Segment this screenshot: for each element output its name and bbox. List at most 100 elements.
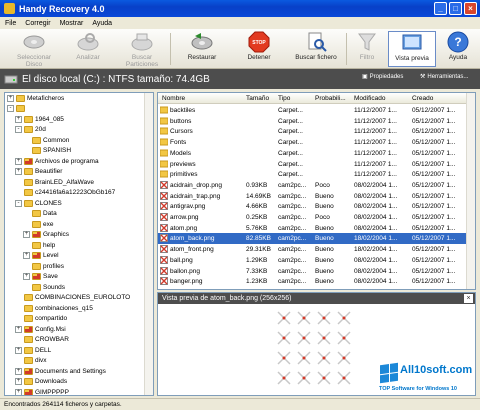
tree-item[interactable]: - 20d [5, 125, 153, 136]
preview-button[interactable]: Vista previa [388, 31, 436, 67]
collapse-icon[interactable]: - [7, 105, 14, 113]
maximize-button[interactable]: □ [449, 2, 462, 15]
expand-icon[interactable]: + [23, 252, 30, 260]
file-row[interactable]: acidrain_drop.png 0.93KB cam2pc... Poco 08/0… [158, 180, 468, 191]
file-cell-prob: Poco [315, 214, 330, 221]
filter-button[interactable]: Filtro [350, 31, 384, 67]
disk-header: El disco local (C:) : NTFS tamaño: 74.4G… [0, 69, 480, 89]
file-row[interactable]: atom_back.png 82.85KB cam2pc... Bueno 18/02/… [158, 233, 468, 245]
minimize-button[interactable]: _ [434, 2, 447, 15]
expand-icon[interactable]: + [15, 168, 22, 176]
menu-file[interactable]: File [5, 20, 16, 27]
file-row[interactable]: Cursors Carpet... 11/12/2007 1... 05/12/200… [158, 126, 468, 137]
file-row[interactable]: Fonts Carpet... 11/12/2007 1... 05/12/2007 … [158, 137, 468, 148]
tree-item[interactable]: profiles [5, 261, 153, 272]
tree-item[interactable]: Common [5, 135, 153, 146]
tree-item[interactable]: + Beautifier [5, 167, 153, 178]
tools-button[interactable]: ⚒ Herramientas... [420, 73, 468, 81]
tree-item[interactable]: + Metaficheros [5, 93, 153, 104]
expand-icon[interactable]: + [15, 367, 22, 375]
expand-icon[interactable]: + [15, 388, 22, 395]
tree-item[interactable]: + Archivos de programa [5, 156, 153, 167]
column-header-created[interactable]: Creado [412, 95, 433, 102]
file-row[interactable]: previews Carpet... 11/12/2007 1... 05/12/20… [158, 159, 468, 170]
stop-icon: STOP [248, 31, 270, 53]
tree-item[interactable]: BrainLED_AlfaWave [5, 177, 153, 188]
tree-scrollbar[interactable] [144, 93, 153, 395]
column-header-name[interactable]: Nombre [162, 95, 185, 102]
file-list-scrollbar[interactable] [466, 93, 475, 289]
title-bar[interactable]: Handy Recovery 4.0 _ □ × [0, 0, 480, 17]
expand-icon[interactable]: + [23, 231, 30, 239]
file-list[interactable]: Nombre Tamaño Tipo Probabili... Modifica… [157, 92, 476, 290]
tree-item[interactable]: c24416fa6a12223ObGb167 [5, 188, 153, 199]
tree-item-label: help [43, 241, 56, 249]
tree-item[interactable]: - [5, 104, 153, 115]
collapse-icon[interactable]: - [15, 126, 22, 134]
file-row[interactable]: Models Carpet... 11/12/2007 1... 05/12/2007… [158, 148, 468, 159]
column-header-probability[interactable]: Probabili... [315, 95, 346, 102]
analyze-button[interactable]: Analizar [64, 31, 112, 67]
tree-item[interactable]: combinaciones_q15 [5, 303, 153, 314]
expand-icon[interactable]: + [15, 157, 22, 165]
column-header-size[interactable]: Tamaño [246, 95, 269, 102]
tree-item[interactable]: + Save [5, 272, 153, 283]
menu-corregir[interactable]: Corregir [25, 20, 50, 27]
file-cell-type: Carpet... [278, 160, 303, 168]
file-row[interactable]: acidrain_trap.png 14.69KB cam2pc... Bueno 08… [158, 191, 468, 202]
tree-item[interactable]: help [5, 240, 153, 251]
preview-header: Vista previa de atom_back.png (256x256) … [158, 293, 475, 304]
properties-button[interactable]: ▣ Propiedades [362, 73, 403, 81]
tree-item[interactable]: CROWBAR [5, 335, 153, 346]
select-disk-button[interactable]: Seleccionar Disco [10, 31, 58, 68]
find-partitions-button[interactable]: Buscar Particiones [118, 31, 166, 68]
expand-icon[interactable]: + [15, 346, 22, 354]
file-row[interactable]: buttons Carpet... 11/12/2007 1... 05/12/200… [158, 116, 468, 127]
restore-button[interactable]: Restaurar [178, 31, 226, 67]
tree-item[interactable]: + DELL [5, 345, 153, 356]
file-row[interactable]: ball.png 1.29KB cam2pc... Bueno 08/02/2004 1… [158, 255, 468, 266]
expand-icon[interactable]: + [23, 273, 30, 281]
file-cell-type: Carpet... [278, 117, 303, 125]
column-header-modified[interactable]: Modificado [354, 95, 385, 102]
file-row[interactable]: primitives Carpet... 11/12/2007 1... 05/12/… [158, 169, 468, 180]
tree-item[interactable]: Sounds [5, 282, 153, 293]
menu-mostrar[interactable]: Mostrar [60, 20, 84, 27]
preview-close-button[interactable]: × [464, 294, 473, 303]
column-header-type[interactable]: Tipo [278, 95, 290, 102]
file-row[interactable]: banger.png 1.23KB cam2pc... Bueno 08/02/2004… [158, 276, 468, 287]
close-button[interactable]: × [464, 2, 477, 15]
tree-item[interactable]: + GIMPPPPP [5, 387, 153, 395]
collapse-icon[interactable]: - [15, 199, 22, 207]
file-row[interactable]: antigrav.png 4.66KB cam2pc... Bueno 08/02/20… [158, 201, 468, 212]
search-file-button[interactable]: Buscar fichero [292, 31, 340, 67]
expand-icon[interactable]: + [15, 115, 22, 123]
stop-button[interactable]: STOP Detener [235, 31, 283, 67]
file-row[interactable]: backtiles Carpet... 11/12/2007 1... 05/12/2… [158, 105, 468, 116]
file-row[interactable]: arrow.png 0.25KB cam2pc... Poco 08/02/2004 1… [158, 212, 468, 223]
file-row[interactable]: atom.png 5.76KB cam2pc... Bueno 08/02/2004 1… [158, 223, 468, 234]
folder-tree[interactable]: + Metaficheros - +1964_085-20d Common SPANISH… [4, 92, 154, 396]
tree-item[interactable]: SPANISH [5, 146, 153, 157]
menu-ayuda[interactable]: Ayuda [92, 20, 112, 27]
tree-item[interactable]: divx [5, 356, 153, 367]
tree-item[interactable]: + Downloads [5, 377, 153, 388]
tree-item[interactable]: + Graphics [5, 230, 153, 241]
expand-icon[interactable]: + [15, 378, 22, 386]
tree-item[interactable]: compartido [5, 314, 153, 325]
tree-item[interactable]: - CLONES [5, 198, 153, 209]
tree-item[interactable]: + Config.Msi [5, 324, 153, 335]
file-row[interactable]: ballon.png 7.33KB cam2pc... Bueno 08/02/2004… [158, 266, 468, 277]
file-cell-type: cam2pc... [278, 214, 307, 221]
tree-item[interactable]: + Level [5, 251, 153, 262]
expand-icon[interactable]: + [15, 325, 22, 333]
expand-icon[interactable]: + [7, 94, 14, 102]
file-cell-created: 05/12/2007 1... [412, 128, 456, 136]
tree-item[interactable]: COMBINACIONES_EUROLOTO [5, 293, 153, 304]
help-button[interactable]: ? Ayuda [440, 31, 476, 67]
tree-item[interactable]: +1964_085 [5, 114, 153, 125]
file-row[interactable]: atom_front.png 29.31KB cam2pc... Bueno 18/02… [158, 244, 468, 255]
tree-item[interactable]: Data [5, 209, 153, 220]
tree-item[interactable]: exe [5, 219, 153, 230]
tree-item[interactable]: + Documents and Settings [5, 366, 153, 377]
